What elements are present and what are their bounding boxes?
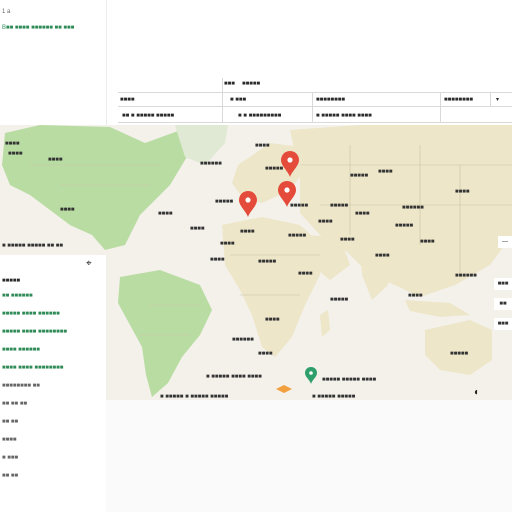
map-control-zoom[interactable]: — bbox=[498, 236, 512, 248]
legend-item[interactable]: ■■ ■■ ■■ bbox=[2, 401, 27, 408]
map-label: ■■■■■■ bbox=[200, 161, 222, 167]
left-header: 1 a B■■ ■■■■ ■■■■■■ ■■ ■■■ bbox=[0, 0, 106, 126]
legend-item[interactable]: ■■ ■■ bbox=[2, 473, 18, 480]
map-label: ■■■■ bbox=[258, 351, 273, 357]
map-left-caption: ■ ■■■■■ ■■■■■ ■■ ■■ bbox=[2, 243, 63, 249]
map-label: ■■■■ bbox=[158, 211, 173, 217]
map-label: ■■■■ bbox=[210, 257, 225, 263]
table-r1-c1: ■■■ bbox=[224, 81, 235, 87]
map-label: ■■■■■ bbox=[288, 233, 306, 239]
map-label: ■■■■ bbox=[5, 141, 20, 147]
legend-item[interactable]: ■■ ■■■■■■ bbox=[2, 293, 33, 300]
legend-item[interactable]: ■■■■ bbox=[2, 437, 17, 444]
map-label: ■■■■ bbox=[60, 207, 75, 213]
table-r2-c2: ■ ■■■ bbox=[230, 97, 247, 103]
map-label: ■■■■ bbox=[375, 253, 390, 259]
table-r3-c2: ■ ■ ■■■■■■■■■ bbox=[238, 113, 282, 119]
map-label: ■■■■ bbox=[340, 237, 355, 243]
land-north-america bbox=[2, 125, 188, 250]
legend-item[interactable]: ■■ ■■ bbox=[2, 419, 18, 426]
map-label: ■■■■ bbox=[420, 239, 435, 245]
legend-item[interactable]: ■■■■ ■■■■ ■■■■■■■■ bbox=[2, 365, 63, 372]
map-label: ■■■■ bbox=[220, 241, 235, 247]
land-indonesia bbox=[405, 300, 470, 317]
map-pin[interactable] bbox=[305, 367, 317, 384]
map-label: ■■■■■ bbox=[290, 203, 308, 209]
land-south-america bbox=[118, 270, 212, 397]
map-control-chip[interactable]: ■■■ bbox=[494, 278, 512, 290]
map-label: ■■■■ bbox=[8, 151, 23, 157]
map-bottom-caption-mid: ■ ■■■■■ ■■■■ ■■■■ bbox=[206, 374, 262, 380]
legend-item[interactable]: ■■■■■ ■■■■ ■■■■■■ bbox=[2, 311, 60, 318]
map-label: ■■■■ bbox=[48, 157, 63, 163]
table-r2-c3: ■■■■■■■■ bbox=[316, 97, 345, 103]
bottom-area bbox=[106, 400, 512, 512]
table-r2-c1: ■■■■ bbox=[120, 97, 135, 103]
map-control-chip[interactable]: ■■■ bbox=[494, 318, 512, 330]
map-label: ■■■■ bbox=[378, 169, 393, 175]
map-label: ■■■■■ bbox=[350, 173, 368, 179]
map-label: ■■■■ bbox=[265, 317, 280, 323]
map-label: ■■■■■■ bbox=[232, 337, 254, 343]
table-r1-c2: ■■■■■ bbox=[242, 81, 261, 87]
legend-title: ■■■■■ bbox=[2, 278, 21, 284]
map-marker-orange[interactable] bbox=[276, 385, 292, 393]
land-madagascar bbox=[320, 310, 330, 337]
pin-tool-icon[interactable]: ⌖ bbox=[86, 259, 92, 269]
table-r3-c1: ■■ ■ ■■■■■ ■■■■■ bbox=[122, 113, 175, 119]
map-label: ■■■■■ bbox=[330, 203, 348, 209]
table-r2-c4: ■■■■■■■■ bbox=[444, 97, 473, 103]
map-label: ■■■■■■ bbox=[402, 205, 424, 211]
map-label: ■■■■ bbox=[240, 229, 255, 235]
map-label: ■■■■■ bbox=[258, 259, 276, 265]
map-label: ■■■■■ bbox=[215, 199, 233, 205]
map-control-chip[interactable]: ■■ bbox=[494, 298, 512, 310]
map-label: ■■■■■■ bbox=[455, 273, 477, 279]
map-bottom-caption-right: ■■■■■ ■■■■■ ■■■■ bbox=[322, 377, 376, 383]
legend-item[interactable]: ■■■■ ■■■■■■ bbox=[2, 347, 40, 354]
legend-item[interactable]: ■■■■■ ■■■■ ■■■■■■■■ bbox=[2, 329, 67, 336]
map-label: ■■■■ bbox=[190, 226, 205, 232]
map-label: ■■■■ bbox=[455, 189, 470, 195]
legend-item[interactable]: ■ ■■■ bbox=[2, 455, 18, 462]
map-label: ■■■■■ bbox=[450, 351, 468, 357]
map-label: ■■■■■ bbox=[330, 297, 348, 303]
map-label: ■■■■ bbox=[298, 271, 313, 277]
legend-item[interactable]: ■■■■■■■■ ■■ bbox=[2, 383, 40, 390]
fullscreen-icon[interactable]: ◐ bbox=[474, 388, 480, 398]
table-r2-sort-icon[interactable]: ▾ bbox=[496, 96, 499, 104]
table-r3-c3: ■ ■■■■■ ■■■■ ■■■■ bbox=[316, 113, 372, 119]
map-label: ■■■■■ bbox=[395, 223, 413, 229]
map-label: ■■■■ bbox=[355, 211, 370, 217]
left-header-line2: B■■ ■■■■ ■■■■■■ ■■ ■■■ bbox=[2, 25, 75, 31]
map-pin[interactable] bbox=[239, 191, 257, 217]
data-table: ■■■ ■■■■■ ■■■■ ■ ■■■ ■■■■■■■■ ■■■■■■■■ ▾… bbox=[118, 78, 512, 124]
map-label: ■■■■ bbox=[408, 293, 423, 299]
legend-panel: ■■■■■ ⌖ ■■ ■■■■■■ ■■■■■ ■■■■ ■■■■■■ ■■■■… bbox=[0, 255, 106, 512]
map-label: ■■■■■ bbox=[265, 166, 283, 172]
map-label: ■■■■ bbox=[318, 219, 333, 225]
left-header-line1: 1 a bbox=[2, 9, 11, 15]
map-label: ■■■■ bbox=[255, 143, 270, 149]
land-australia bbox=[425, 320, 492, 375]
